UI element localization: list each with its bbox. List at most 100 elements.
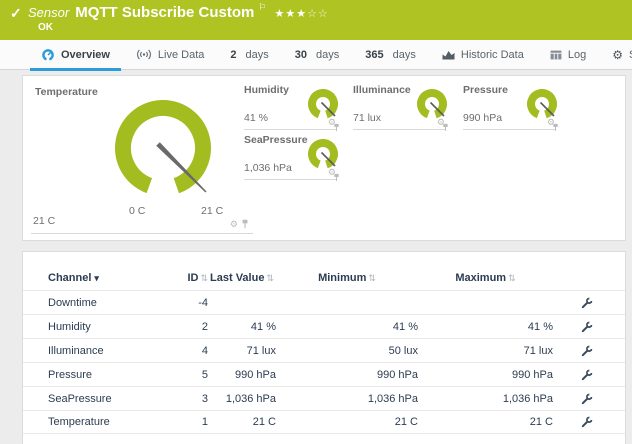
gauge-current-value: 41 %	[244, 112, 268, 124]
gear-icon: ⚙	[612, 49, 623, 61]
table-row-humidity[interactable]: Humidity 2 41 % 41 % 41 %	[23, 314, 625, 338]
priority-stars[interactable]: ★★★☆☆	[274, 8, 328, 20]
flag-icon[interactable]: ⚐	[258, 2, 266, 12]
tab-label-number: 30	[295, 49, 307, 61]
cell-channel: SeaPressure	[48, 393, 163, 405]
cell-minimum: 21 C	[276, 416, 418, 428]
cell-channel: Illuminance	[48, 345, 163, 357]
cell-last-value: 71 lux	[208, 345, 276, 357]
cell-id: 3	[163, 393, 208, 405]
gauge-current-value: 1,036 hPa	[244, 162, 292, 174]
temperature-gauge-dial	[107, 94, 219, 206]
table-row-pressure[interactable]: Pressure 5 990 hPa 990 hPa 990 hPa	[23, 362, 625, 386]
tab-label-number: 365	[365, 49, 383, 61]
cell-maximum: 21 C	[418, 416, 553, 428]
tab-label: Live Data	[158, 49, 204, 61]
tab-live-data[interactable]: Live Data	[123, 40, 217, 70]
cell-channel: Pressure	[48, 369, 163, 381]
gauge-title: Temperature	[35, 86, 98, 98]
tab-365-days[interactable]: 365 days	[352, 40, 429, 70]
cell-minimum: 1,036 hPa	[276, 393, 418, 405]
gauge-humidity[interactable]: Humidity 41 % ⚙	[244, 84, 336, 130]
gauge-settings-gear-icon[interactable]: ⚙	[230, 220, 238, 229]
col-header-minimum[interactable]: Minimum⇅	[276, 272, 418, 284]
table-row-temperature[interactable]: Temperature 1 21 C 21 C 21 C	[23, 410, 625, 434]
col-header-id[interactable]: ID⇅	[163, 272, 208, 284]
gauge-title: Humidity	[244, 84, 289, 96]
cell-last-value: 41 %	[208, 321, 276, 333]
cell-maximum: 990 hPa	[418, 369, 553, 381]
cell-minimum: 41 %	[276, 321, 418, 333]
gauge-title: Pressure	[463, 84, 508, 96]
gauges-panel: Temperature 0 C 21 C 21 C ⚙ Humidity 41 …	[22, 75, 626, 241]
gauge-illuminance[interactable]: Illuminance 71 lux ⚙	[353, 84, 445, 130]
col-header-maximum[interactable]: Maximum⇅	[418, 272, 553, 284]
table-row-downtime[interactable]: Downtime -4	[23, 290, 625, 314]
tab-label-number: 2	[230, 49, 236, 61]
tab-label: days	[316, 49, 339, 61]
cell-channel: Temperature	[48, 416, 163, 428]
pin-icon[interactable]	[552, 123, 559, 132]
cell-id: 1	[163, 416, 208, 428]
pin-icon[interactable]	[333, 123, 340, 132]
stars-filled: ★★★	[274, 8, 307, 20]
status-ok-check-icon: ✓	[10, 5, 22, 22]
gauge-icon	[41, 48, 55, 62]
tab-settings[interactable]: ⚙ Settings	[599, 40, 632, 70]
sort-icon: ⇅	[508, 273, 516, 283]
table-row-seapressure[interactable]: SeaPressure 3 1,036 hPa 1,036 hPa 1,036 …	[23, 386, 625, 410]
gauge-pressure[interactable]: Pressure 990 hPa ⚙	[463, 84, 555, 130]
wrench-icon[interactable]	[581, 369, 593, 381]
gauge-title: Illuminance	[353, 84, 411, 96]
cell-id: 5	[163, 369, 208, 381]
status-badge: OK	[38, 22, 53, 33]
channel-table-header: Channel▾ ID⇅ Last Value⇅ Minimum⇅ Maximu…	[23, 252, 625, 290]
cell-minimum: 990 hPa	[276, 369, 418, 381]
cell-last-value: 21 C	[208, 416, 276, 428]
sensor-kind-label: Sensor	[28, 5, 69, 20]
cell-id: -4	[163, 297, 208, 309]
table-row-illuminance[interactable]: Illuminance 4 71 lux 50 lux 71 lux	[23, 338, 625, 362]
cell-id: 2	[163, 321, 208, 333]
sensor-title: MQTT Subscribe Custom	[75, 4, 254, 21]
tab-historic-data[interactable]: Historic Data	[429, 40, 537, 70]
cell-last-value: 990 hPa	[208, 369, 276, 381]
pin-icon[interactable]	[333, 173, 340, 182]
wrench-icon[interactable]	[581, 416, 593, 428]
log-table-icon	[550, 50, 562, 60]
wrench-icon[interactable]	[581, 345, 593, 357]
sort-icon: ⇅	[368, 273, 376, 283]
tab-label: Log	[568, 49, 586, 61]
cell-id: 4	[163, 345, 208, 357]
gauge-current-value: 990 hPa	[463, 112, 502, 124]
channel-table-panel: Channel▾ ID⇅ Last Value⇅ Minimum⇅ Maximu…	[22, 251, 626, 444]
gauge-temperature[interactable]: Temperature 0 C 21 C 21 C ⚙	[31, 82, 253, 234]
wrench-icon[interactable]	[581, 393, 593, 405]
col-header-last-value[interactable]: Last Value⇅	[208, 272, 276, 284]
wrench-icon[interactable]	[581, 297, 593, 309]
tab-30-days[interactable]: 30 days	[282, 40, 353, 70]
tab-2-days[interactable]: 2 days	[217, 40, 281, 70]
cell-maximum: 1,036 hPa	[418, 393, 553, 405]
tab-label: Overview	[61, 49, 110, 61]
pin-icon[interactable]	[241, 219, 249, 229]
gauge-min-label: 0 C	[129, 205, 145, 217]
gauge-current-value: 21 C	[33, 215, 55, 227]
sensor-header: ✓ Sensor MQTT Subscribe Custom ⚐ ★★★☆☆ OK	[0, 0, 632, 40]
tab-log[interactable]: Log	[537, 40, 599, 70]
tab-bar: Overview Live Data 2 days 30 days 365 da…	[0, 40, 632, 70]
gauge-seapressure[interactable]: SeaPressure 1,036 hPa ⚙	[244, 134, 336, 180]
cell-channel: Downtime	[48, 297, 163, 309]
cell-channel: Humidity	[48, 321, 163, 333]
sort-icon: ⇅	[200, 273, 208, 283]
col-header-channel[interactable]: Channel▾	[48, 272, 163, 284]
pin-icon[interactable]	[442, 123, 449, 132]
gauge-current-value: 71 lux	[353, 112, 381, 124]
live-signal-icon	[136, 49, 152, 60]
tab-overview[interactable]: Overview	[28, 40, 123, 70]
cell-maximum: 71 lux	[418, 345, 553, 357]
gauge-max-label: 21 C	[201, 205, 223, 217]
wrench-icon[interactable]	[581, 321, 593, 333]
cell-last-value: 1,036 hPa	[208, 393, 276, 405]
chevron-down-icon: ▾	[94, 273, 99, 283]
